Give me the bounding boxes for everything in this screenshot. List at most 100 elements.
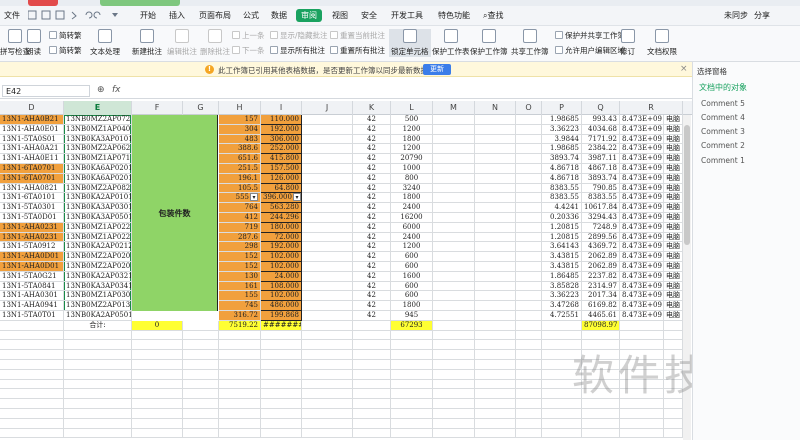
cell-empty[interactable] bbox=[475, 115, 516, 125]
cell-empty[interactable] bbox=[0, 409, 64, 419]
cell-empty[interactable] bbox=[302, 173, 353, 184]
cell-empty[interactable] bbox=[219, 350, 261, 360]
cell-empty[interactable] bbox=[433, 252, 475, 262]
menu-data[interactable]: 数据 bbox=[271, 10, 287, 21]
cell-unit-price[interactable]: 3.85828 bbox=[542, 281, 582, 292]
cell-material-code[interactable]: 13NB0MZ2AP0821 bbox=[64, 183, 132, 194]
cell-quantity[interactable]: 316.72 bbox=[219, 311, 261, 321]
protect-share-button[interactable]: 保护并共享工作簿 bbox=[555, 30, 625, 41]
cell-empty[interactable] bbox=[64, 428, 132, 439]
cell-code[interactable]: 8.473E+09 bbox=[620, 183, 664, 194]
cell-unit-price[interactable]: 4.86718 bbox=[542, 173, 582, 184]
cell-empty[interactable] bbox=[302, 350, 353, 360]
cell-empty[interactable] bbox=[433, 379, 475, 390]
update-button[interactable]: 更新 bbox=[423, 64, 451, 75]
cell-category[interactable]: 电脑 bbox=[664, 271, 683, 282]
cell-weight[interactable]: 180.000 bbox=[261, 222, 302, 233]
cell-empty[interactable] bbox=[302, 330, 353, 341]
cell-empty[interactable] bbox=[353, 320, 391, 331]
cell-weight[interactable]: 24.000 bbox=[261, 271, 302, 282]
cell-empty[interactable] bbox=[219, 379, 261, 390]
cell-empty[interactable] bbox=[516, 320, 542, 331]
allow-edit-range-button[interactable]: 允许用户编辑区域 bbox=[555, 45, 625, 56]
cell-empty[interactable] bbox=[261, 379, 302, 390]
cell-empty[interactable] bbox=[516, 203, 542, 213]
cell-empty[interactable] bbox=[433, 173, 475, 184]
cell-empty[interactable] bbox=[302, 124, 353, 135]
cell-empty[interactable] bbox=[516, 124, 542, 135]
cell-empty[interactable] bbox=[516, 213, 542, 223]
menu-security[interactable]: 安全 bbox=[361, 10, 377, 21]
cell-empty[interactable] bbox=[475, 311, 516, 321]
cell-empty[interactable] bbox=[475, 399, 516, 409]
cell-empty[interactable] bbox=[433, 281, 475, 292]
cell-empty[interactable] bbox=[620, 409, 664, 419]
cell-empty[interactable] bbox=[516, 183, 542, 194]
cell-empty[interactable] bbox=[302, 399, 353, 409]
cell-amount[interactable]: 10617.84 bbox=[582, 203, 620, 213]
trad-to-simp-button[interactable]: 简转繁 bbox=[49, 45, 82, 56]
cell-empty[interactable] bbox=[475, 213, 516, 223]
cell-empty[interactable] bbox=[302, 389, 353, 400]
cell-empty[interactable] bbox=[132, 399, 183, 409]
cell-code[interactable]: 8.473E+09 bbox=[620, 144, 664, 155]
cell-empty[interactable] bbox=[433, 369, 475, 380]
cell-unit-price[interactable]: 3.36223 bbox=[542, 291, 582, 302]
cell-code[interactable]: 8.473E+09 bbox=[620, 213, 664, 223]
cell-empty[interactable] bbox=[302, 271, 353, 282]
cell-empty[interactable] bbox=[302, 154, 353, 164]
cell-code[interactable]: 8.473E+09 bbox=[620, 193, 664, 204]
cell-empty[interactable] bbox=[664, 428, 683, 439]
cell-pack-size[interactable]: 42 bbox=[353, 164, 391, 174]
cell-empty[interactable] bbox=[261, 350, 302, 360]
cell-category[interactable]: 电脑 bbox=[664, 252, 683, 262]
cell-empty[interactable] bbox=[353, 418, 391, 429]
cell-category[interactable]: 电脑 bbox=[664, 173, 683, 184]
cell-pack-size[interactable]: 42 bbox=[353, 311, 391, 321]
cell-empty[interactable] bbox=[0, 389, 64, 400]
cell-empty[interactable] bbox=[0, 330, 64, 341]
cell-empty[interactable] bbox=[664, 320, 683, 331]
cell-empty[interactable] bbox=[183, 360, 219, 370]
cell-amount[interactable]: 6169.82 bbox=[582, 301, 620, 311]
cell-empty[interactable] bbox=[433, 183, 475, 194]
cell-pack-size[interactable]: 42 bbox=[353, 222, 391, 233]
cell-empty[interactable] bbox=[475, 389, 516, 400]
total-sum[interactable]: 67293 bbox=[391, 320, 433, 331]
cell-empty[interactable] bbox=[302, 428, 353, 439]
cell-empty[interactable] bbox=[433, 340, 475, 351]
cell-weight[interactable]: 192.000 bbox=[261, 124, 302, 135]
menu-developer[interactable]: 开发工具 bbox=[391, 10, 423, 21]
cell-empty[interactable] bbox=[433, 213, 475, 223]
cell-quantity[interactable]: 745 bbox=[219, 301, 261, 311]
cell-empty[interactable] bbox=[516, 154, 542, 164]
pane-item-comment-3[interactable]: Comment 3 bbox=[701, 127, 745, 136]
cell-empty[interactable] bbox=[433, 301, 475, 311]
cell-empty[interactable] bbox=[664, 409, 683, 419]
cell-quantity[interactable]: 152 bbox=[219, 252, 261, 262]
cell-empty[interactable] bbox=[64, 369, 132, 380]
column-header-l[interactable]: L bbox=[391, 101, 433, 115]
cell-pack-size[interactable]: 42 bbox=[353, 173, 391, 184]
cell-empty[interactable] bbox=[475, 340, 516, 351]
cell-category[interactable]: 电脑 bbox=[664, 301, 683, 311]
cell-category[interactable]: 电脑 bbox=[664, 134, 683, 145]
cell-weight[interactable]: 563.280 bbox=[261, 203, 302, 213]
cell-pack-size[interactable]: 42 bbox=[353, 144, 391, 155]
share-button[interactable]: 分享 bbox=[754, 10, 770, 21]
search-box[interactable]: ⌕查找 bbox=[483, 10, 503, 21]
cell-total[interactable]: 2400 bbox=[391, 203, 433, 213]
cell-empty[interactable] bbox=[219, 418, 261, 429]
pane-item-comment-5[interactable]: Comment 5 bbox=[701, 99, 745, 108]
cell-amount[interactable]: 790.85 bbox=[582, 183, 620, 194]
cell-empty[interactable] bbox=[516, 330, 542, 341]
cell-empty[interactable] bbox=[475, 144, 516, 155]
cell-empty[interactable] bbox=[516, 232, 542, 243]
cell-empty[interactable] bbox=[261, 428, 302, 439]
cell-empty[interactable] bbox=[516, 369, 542, 380]
cell-empty[interactable] bbox=[183, 369, 219, 380]
cell-part-number[interactable]: 13N1-6TA0101 bbox=[0, 193, 64, 204]
cell-code[interactable]: 8.473E+09 bbox=[620, 173, 664, 184]
cell-empty[interactable] bbox=[516, 252, 542, 262]
cell-empty[interactable] bbox=[475, 232, 516, 243]
